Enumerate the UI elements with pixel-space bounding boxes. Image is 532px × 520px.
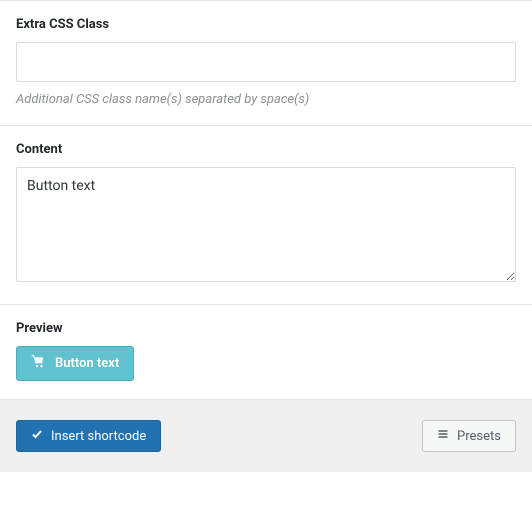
preview-label: Preview <box>16 321 516 336</box>
footer-bar: Insert shortcode Presets <box>0 399 532 472</box>
content-textarea[interactable] <box>16 167 516 282</box>
content-section: Content <box>0 125 532 304</box>
extra-css-section: Extra CSS Class Additional CSS class nam… <box>0 0 532 125</box>
check-icon <box>31 428 43 444</box>
insert-shortcode-button[interactable]: Insert shortcode <box>16 420 161 452</box>
extra-css-helper: Additional CSS class name(s) separated b… <box>16 92 516 107</box>
preview-button[interactable]: Button text <box>16 346 134 381</box>
extra-css-label: Extra CSS Class <box>16 17 516 32</box>
preview-section: Preview Button text <box>0 304 532 399</box>
insert-shortcode-label: Insert shortcode <box>51 429 146 444</box>
extra-css-input[interactable] <box>16 42 516 82</box>
preview-button-label: Button text <box>55 356 119 371</box>
content-label: Content <box>16 142 516 157</box>
menu-icon <box>437 428 449 444</box>
presets-button[interactable]: Presets <box>422 420 516 452</box>
presets-label: Presets <box>457 429 501 444</box>
cart-icon <box>31 355 45 372</box>
